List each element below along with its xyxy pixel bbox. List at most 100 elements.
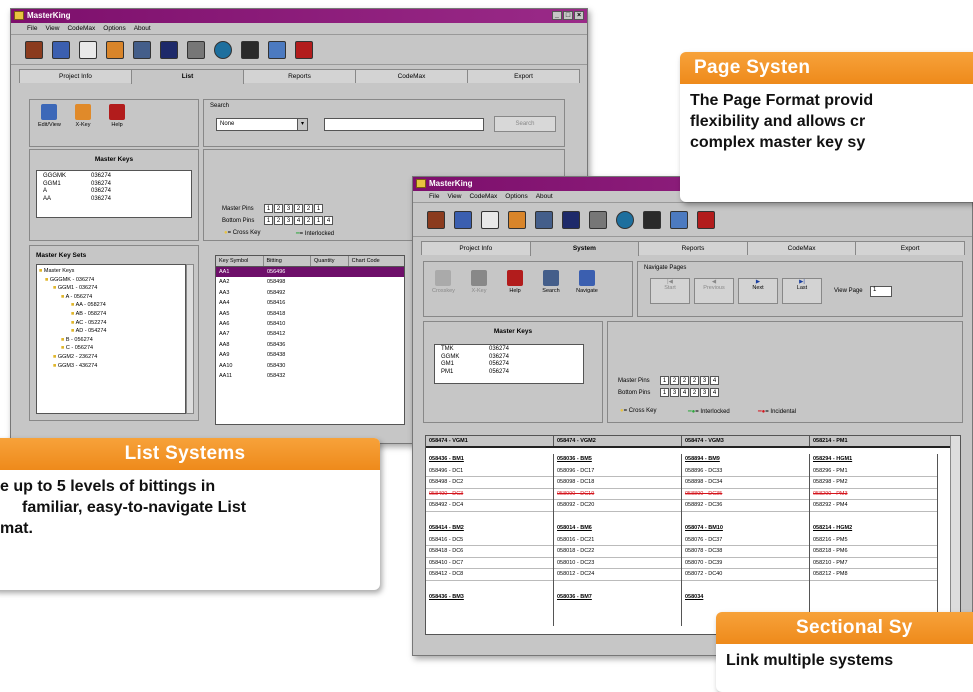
search-button[interactable]: Search — [540, 270, 562, 294]
search-type-select[interactable]: None ▾ — [216, 118, 308, 131]
grid-col-header[interactable]: 058214 - PM1 — [810, 436, 938, 446]
door-icon[interactable] — [427, 210, 445, 229]
x-key-button[interactable]: X-Key — [72, 104, 94, 128]
project-icon[interactable] — [454, 210, 472, 229]
tree-item[interactable]: ■ GGM3 - 436274 — [39, 362, 183, 371]
table-row[interactable]: AA11 058432 — [216, 371, 404, 381]
tree-item[interactable]: ■ GGM1 - 036274 — [39, 284, 183, 293]
crosskey-button[interactable]: Crosskey — [432, 270, 455, 294]
grid-cell[interactable]: 058292 - PM4 — [810, 500, 937, 512]
grid-cell[interactable]: 058018 - DC22 — [554, 546, 681, 558]
project-icon[interactable] — [52, 40, 70, 59]
search-icon[interactable] — [535, 210, 553, 229]
table-row[interactable]: AA9 058438 — [216, 350, 404, 360]
grid-cell[interactable]: 058070 - DC39 — [682, 558, 809, 569]
tree-item[interactable]: ■ Master Keys — [39, 267, 183, 276]
grid-group-header[interactable]: 058036 - BM5 — [554, 454, 681, 466]
menu-options[interactable]: Options — [505, 191, 527, 202]
grid-cell[interactable] — [426, 512, 553, 524]
grid-group-header[interactable]: 058014 - BM6 — [554, 523, 681, 535]
grid-cell[interactable]: 058072 - DC40 — [682, 569, 809, 581]
grid-cell[interactable]: 058418 - DC6 — [426, 546, 553, 558]
tree-item[interactable]: ■ GGM2 - 236274 — [39, 353, 183, 362]
grid-cell[interactable]: 058490 - DC3 — [426, 489, 553, 500]
tree-item[interactable]: ■ AA - 058274 — [39, 301, 183, 310]
grid-cell[interactable]: 058296 - PM1 — [810, 466, 937, 477]
save-icon[interactable] — [562, 210, 580, 229]
table-row[interactable]: AA4 058416 — [216, 298, 404, 308]
tab-project-info[interactable]: Project Info — [19, 69, 132, 83]
grid-group-header[interactable]: 058036 - BM7 — [554, 592, 681, 604]
tree-item[interactable]: ■ AB - 058274 — [39, 310, 183, 319]
grid-cell[interactable] — [682, 581, 809, 593]
grid-cell[interactable] — [682, 512, 809, 524]
grid-cell[interactable]: 058410 - DC7 — [426, 558, 553, 569]
grid-cell[interactable]: 058496 - DC1 — [426, 466, 553, 477]
help-book-icon[interactable] — [295, 40, 313, 59]
table-row[interactable]: AA5 058418 — [216, 309, 404, 319]
list-item[interactable]: GGM1 036274 — [37, 181, 191, 189]
list-item[interactable]: A 036274 — [37, 188, 191, 196]
grid-group-header[interactable]: 058436 - BM3 — [426, 592, 553, 604]
grid-cell[interactable]: 058016 - DC21 — [554, 535, 681, 546]
grid-group-header[interactable]: 058414 - BM2 — [426, 523, 553, 535]
chart-icon[interactable] — [268, 40, 286, 59]
search-input[interactable] — [324, 118, 484, 131]
table-row[interactable]: AA8 058436 — [216, 340, 404, 350]
door-icon[interactable] — [25, 40, 43, 59]
tab-project-info[interactable]: Project Info — [421, 241, 531, 255]
table-row[interactable]: AA7 058412 — [216, 329, 404, 339]
grid-group-header[interactable]: 058074 - BM10 — [682, 523, 809, 535]
globe-icon[interactable] — [616, 210, 634, 229]
grid-cell[interactable] — [426, 581, 553, 593]
grid-col-header[interactable]: 058474 - VGM3 — [682, 436, 810, 446]
col-key-symbol[interactable]: Key Symbol — [216, 256, 264, 266]
menu-options[interactable]: Options — [103, 23, 125, 34]
chart-icon[interactable] — [670, 210, 688, 229]
grid-cell[interactable]: 058096 - DC17 — [554, 466, 681, 477]
col-bitting[interactable]: Bitting — [264, 256, 311, 266]
list-item[interactable]: TMK 036274 — [435, 346, 583, 354]
table-row[interactable]: AA3 058492 — [216, 288, 404, 298]
tab-reports[interactable]: Reports — [638, 241, 748, 255]
folder-icon[interactable] — [241, 40, 259, 59]
grid-cell[interactable]: 058212 - PM8 — [810, 569, 937, 581]
grid-cell[interactable]: 058498 - DC2 — [426, 477, 553, 489]
document-icon[interactable] — [481, 210, 499, 229]
x-key-button[interactable]: X-Key — [468, 270, 490, 294]
menu-file[interactable]: File — [27, 23, 37, 34]
tools-icon[interactable] — [508, 210, 526, 229]
minimize-button[interactable]: _ — [552, 11, 562, 20]
help-button[interactable]: Help — [504, 270, 526, 294]
tree-item[interactable]: ■ AD - 054274 — [39, 327, 183, 336]
grid-cell[interactable]: 058898 - DC34 — [682, 477, 809, 489]
globe-icon[interactable] — [214, 40, 232, 59]
nav-start-button[interactable]: |◀ Start — [650, 278, 690, 304]
tree-item[interactable]: ■ B - 056274 — [39, 336, 183, 345]
grid-group-header[interactable]: 058894 - BM9 — [682, 454, 809, 466]
grid-cell[interactable] — [810, 512, 937, 524]
trash-icon[interactable] — [589, 210, 607, 229]
grid-group-header[interactable]: 058034 — [682, 592, 809, 604]
nav-last-button[interactable]: ▶| Last — [782, 278, 822, 304]
col-chart-code[interactable]: Chart Code — [349, 256, 404, 266]
close-button[interactable]: × — [574, 11, 584, 20]
grid-col-header[interactable]: 058474 - VGM2 — [554, 436, 682, 446]
grid-group-header[interactable]: 058436 - BM1 — [426, 454, 553, 466]
search-button[interactable]: Search — [494, 116, 556, 132]
grid-cell[interactable]: 058892 - DC36 — [682, 500, 809, 512]
grid-cell[interactable]: 058092 - DC20 — [554, 500, 681, 512]
tools-icon[interactable] — [106, 40, 124, 59]
nav-next-button[interactable]: ▶ Next — [738, 278, 778, 304]
grid-cell[interactable]: 058012 - DC24 — [554, 569, 681, 581]
grid-cell[interactable]: 058298 - PM2 — [810, 477, 937, 489]
grid-cell[interactable]: 058890 - DC35 — [682, 489, 809, 500]
grid-cell[interactable] — [554, 581, 681, 593]
list-item[interactable]: GGMK 036274 — [435, 354, 583, 362]
grid-cell[interactable]: 058210 - PM7 — [810, 558, 937, 569]
grid-cell[interactable]: 058492 - DC4 — [426, 500, 553, 512]
tab-reports[interactable]: Reports — [243, 69, 356, 83]
grid-col-header[interactable]: 058474 - VGM1 — [426, 436, 554, 446]
grid-group-header[interactable]: 058294 - HGM1 — [810, 454, 937, 466]
grid-cell[interactable]: 058216 - PM5 — [810, 535, 937, 546]
